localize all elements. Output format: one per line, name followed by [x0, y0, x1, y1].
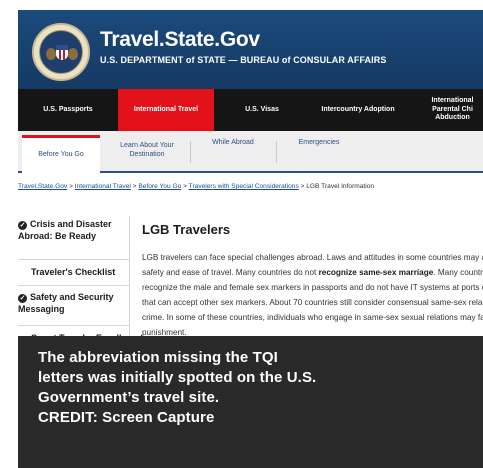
image-caption: The abbreviation missing the TQI letters…	[18, 336, 483, 468]
site-header: Travel.State.Gov U.S. DEPARTMENT of STAT…	[18, 10, 483, 89]
site-subtitle: U.S. DEPARTMENT of STATE — BUREAU of CON…	[100, 55, 387, 65]
body-text: . Many countrie	[433, 268, 483, 277]
breadcrumb-link[interactable]: Travelers with Special Considerations	[189, 183, 299, 190]
breadcrumb-link[interactable]: Travel.State.Gov	[18, 183, 67, 190]
department-of-state-seal-icon[interactable]	[32, 23, 90, 81]
nav-item-label: Intercountry Adoption	[321, 105, 395, 113]
caption-line: Government’s travel site.	[38, 389, 220, 406]
page-title: LGB Travelers	[142, 222, 231, 237]
nav-item-parental-abduction[interactable]: International Parental Chi Abduction	[406, 89, 483, 131]
breadcrumb-separator: >	[67, 183, 75, 190]
tab-label: Emergencies	[298, 139, 340, 146]
sidebar-item-label: Crisis and Disaster Abroad: Be Ready	[18, 219, 112, 241]
caption-line: letters was initially spotted on the U.S…	[38, 369, 317, 386]
sidebar-item-label: Safety and Security Messaging	[18, 292, 114, 314]
site-title[interactable]: Travel.State.Gov	[100, 28, 260, 52]
body-line: recognize the male and female sex marker…	[142, 283, 483, 292]
shield-icon	[56, 45, 68, 60]
tab-divider	[190, 141, 191, 163]
breadcrumb-separator: >	[181, 183, 189, 190]
body-line: safety and ease of travel. Many countrie…	[142, 265, 483, 280]
breadcrumb-link[interactable]: Before You Go	[138, 183, 181, 190]
main-nav: U.S. Passports International Travel U.S.…	[18, 89, 483, 131]
tab-label: Before You Go	[38, 151, 84, 159]
body-line: LGB travelers can face special challenge…	[142, 253, 483, 262]
check-circle-icon: ✓	[18, 294, 27, 303]
sidebar-item-safety-security[interactable]: ✓ Safety and Security Messaging	[18, 286, 130, 326]
eagle-wing-icon	[46, 48, 56, 60]
breadcrumb-link[interactable]: International Travel	[75, 183, 131, 190]
tab-emergencies[interactable]: Emergencies	[278, 131, 360, 171]
bold-text: recognize same-sex marriage	[318, 268, 434, 277]
body-line: that can accept other sex markers. About…	[142, 298, 483, 307]
breadcrumb: Travel.State.Gov > International Travel …	[18, 183, 478, 191]
nav-item-intercountry-adoption[interactable]: Intercountry Adoption	[310, 89, 406, 131]
sidebar-item-label: Traveler's Checklist	[31, 267, 116, 277]
tab-while-abroad[interactable]: While Abroad	[192, 131, 274, 171]
article-figure: Travel.State.Gov U.S. DEPARTMENT of STAT…	[0, 0, 483, 468]
nav-item-label: U.S. Passports	[43, 105, 93, 113]
eagle-wing-icon	[68, 48, 78, 60]
article-body: LGB travelers can face special challenge…	[142, 250, 483, 340]
tab-before-you-go[interactable]: Before You Go	[22, 135, 100, 173]
tab-label: Learn About Your Destination	[120, 142, 174, 158]
nav-item-label: International Travel	[133, 105, 199, 113]
body-text: safety and ease of travel. Many countrie…	[142, 268, 319, 277]
check-circle-icon: ✓	[18, 221, 27, 230]
nav-item-us-visas[interactable]: U.S. Visas	[214, 89, 310, 131]
tab-divider	[276, 141, 277, 163]
nav-item-international-travel[interactable]: International Travel	[118, 89, 214, 131]
body-line: crime. In some of these countries, indiv…	[142, 313, 483, 322]
breadcrumb-current: LGB Travel Information	[306, 183, 375, 190]
tab-learn-about-destination[interactable]: Learn About Your Destination	[106, 131, 188, 171]
sub-tabs: Before You Go Learn About Your Destinati…	[18, 131, 483, 173]
seal-inner	[39, 30, 83, 74]
caption-credit: CREDIT: Screen Capture	[38, 409, 215, 426]
nav-item-us-passports[interactable]: U.S. Passports	[18, 89, 118, 131]
caption-line: The abbreviation missing the TQI	[38, 349, 278, 366]
nav-item-label: International Parental Chi Abduction	[431, 97, 474, 122]
sidebar-item-crisis-disaster[interactable]: ✓ Crisis and Disaster Abroad: Be Ready	[18, 216, 130, 260]
screenshot: Travel.State.Gov U.S. DEPARTMENT of STAT…	[18, 10, 483, 360]
sidebar-item-travelers-checklist[interactable]: Traveler's Checklist	[18, 260, 130, 286]
nav-item-label: U.S. Visas	[245, 105, 279, 113]
tab-label: While Abroad	[212, 139, 254, 146]
